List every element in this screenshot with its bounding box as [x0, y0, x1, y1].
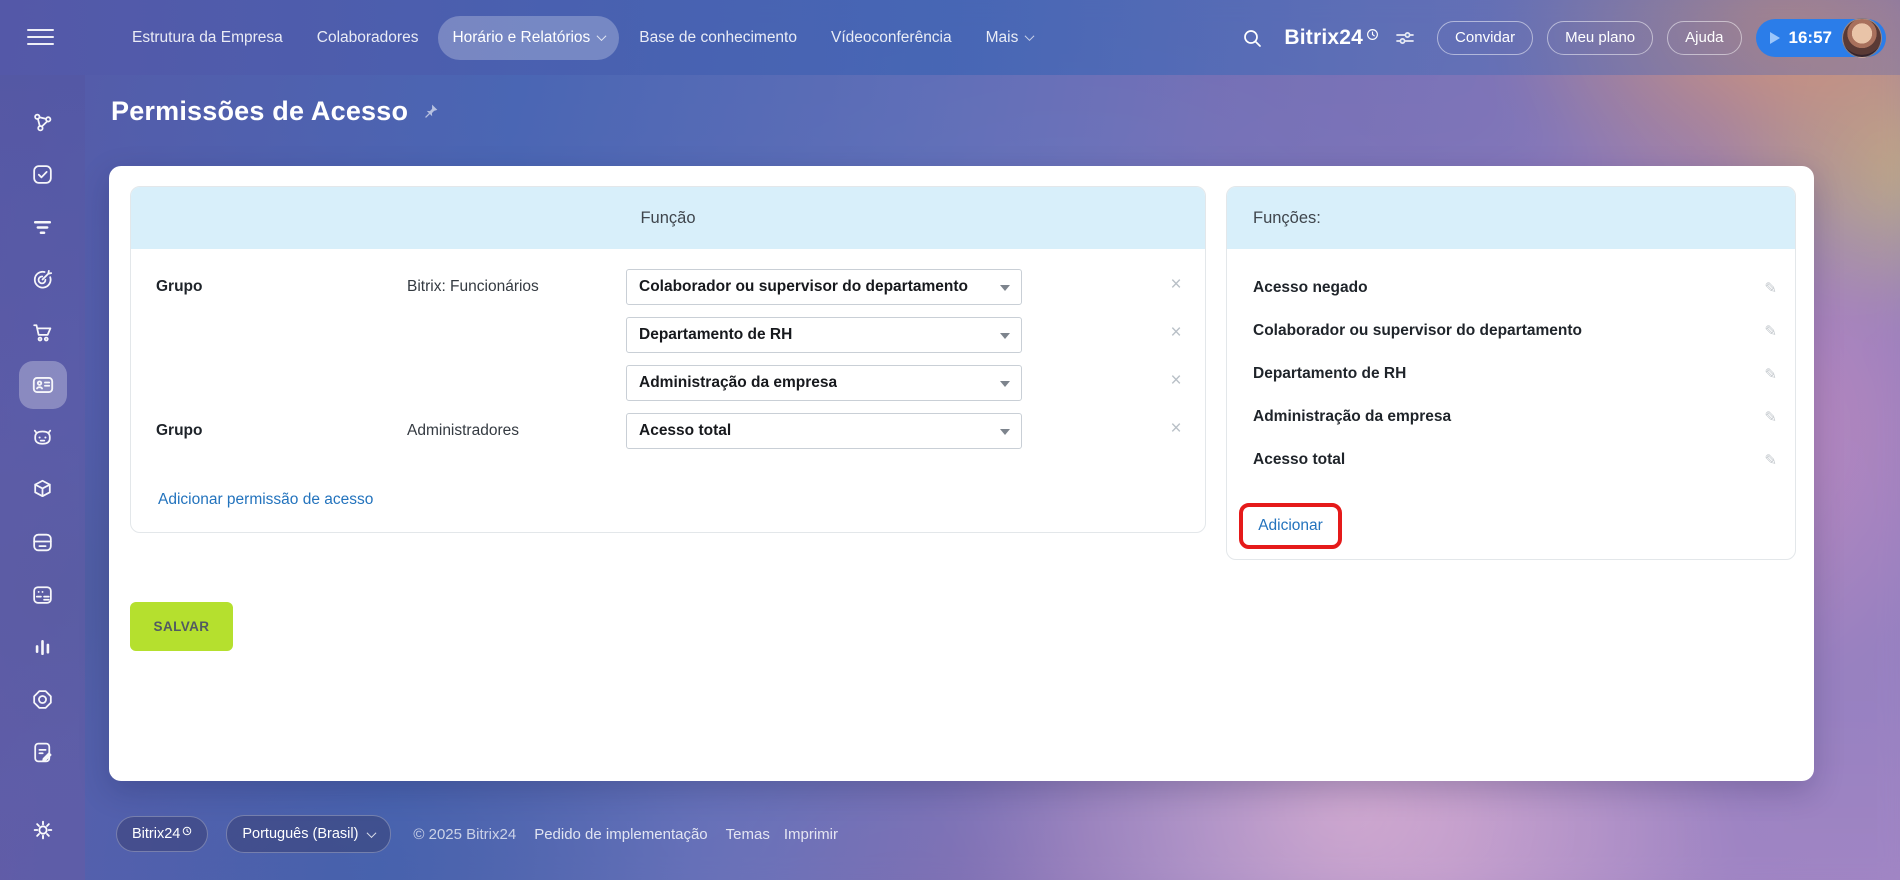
page-title: Permissões de Acesso [111, 96, 409, 126]
select-arrow-icon [1000, 285, 1010, 291]
chevron-down-icon [596, 31, 607, 42]
hamburger-menu-icon[interactable] [27, 29, 54, 50]
footer: Bitrix24 Português (Brasil) © 2025 Bitri… [116, 812, 838, 856]
role-select[interactable]: Departamento de RH [626, 317, 1022, 353]
topbar-right-cluster: Bitrix24 Convidar Meu plano Ajuda 16:57 [1240, 0, 1886, 75]
permissions-panel-header: Função [131, 187, 1205, 249]
add-role-link[interactable]: Adicionar [1258, 517, 1323, 535]
chevron-down-icon [366, 827, 377, 838]
nav-item-knowledge-base[interactable]: Base de conhecimento [625, 16, 811, 60]
remove-role-button[interactable]: × [1165, 371, 1187, 393]
roles-panel: Funções: Acesso negado ✎ Colaborador ou … [1226, 186, 1796, 560]
nav-item-employees[interactable]: Colaboradores [303, 16, 433, 60]
remove-role-button[interactable]: × [1165, 419, 1187, 441]
help-button[interactable]: Ajuda [1667, 20, 1742, 55]
clock-logo-icon [183, 826, 192, 836]
permission-type-label: Grupo [156, 278, 203, 295]
search-icon[interactable] [1240, 26, 1264, 50]
footer-brand-badge[interactable]: Bitrix24 [116, 816, 209, 852]
edit-pencil-icon[interactable]: ✎ [1764, 408, 1777, 426]
nav-item-videoconference[interactable]: Vídeoconferência [817, 16, 966, 60]
top-bar: Estrutura da Empresa Colaboradores Horár… [0, 0, 1900, 75]
nav-item-company-structure[interactable]: Estrutura da Empresa [118, 16, 297, 60]
clock-logo-icon [1367, 28, 1378, 40]
edit-pencil-icon[interactable]: ✎ [1764, 322, 1777, 340]
play-icon [1769, 31, 1780, 44]
edit-pencil-icon[interactable]: ✎ [1764, 279, 1777, 297]
role-select[interactable]: Administração da empresa [626, 365, 1022, 401]
marketing-target-icon[interactable] [19, 254, 67, 307]
edit-pencil-icon[interactable]: ✎ [1764, 365, 1777, 383]
role-list-item: Departamento de RH ✎ [1253, 365, 1777, 383]
timer-value: 16:57 [1788, 27, 1832, 47]
permission-subject: Bitrix: Funcionários [407, 278, 539, 295]
tasks-icon[interactable] [19, 149, 67, 202]
copilot-robot-icon[interactable] [19, 411, 67, 464]
drive-icon[interactable] [19, 516, 67, 569]
avatar[interactable] [1842, 17, 1882, 58]
remove-role-button[interactable]: × [1165, 275, 1187, 297]
analytics-icon[interactable] [19, 621, 67, 674]
roles-panel-header: Funções: [1227, 187, 1795, 249]
invite-button[interactable]: Convidar [1437, 20, 1534, 55]
shop-cart-icon[interactable] [19, 306, 67, 359]
my-plan-button[interactable]: Meu plano [1547, 20, 1654, 55]
permission-type-label: Grupo [156, 422, 203, 439]
footer-link-themes[interactable]: Temas [726, 826, 770, 843]
edit-pencil-icon[interactable]: ✎ [1764, 451, 1777, 469]
select-arrow-icon [1000, 381, 1010, 387]
work-timer[interactable]: 16:57 [1755, 17, 1886, 58]
automation-cube-icon[interactable] [19, 464, 67, 517]
role-list-item: Administração da empresa ✎ [1253, 408, 1777, 426]
pin-icon[interactable] [420, 102, 440, 122]
select-arrow-icon [1000, 333, 1010, 339]
add-permission-link[interactable]: Adicionar permissão de acesso [158, 491, 373, 509]
market-icon[interactable] [19, 674, 67, 727]
role-select[interactable]: Colaborador ou supervisor do departament… [626, 269, 1022, 305]
page-header: Permissões de Acesso [111, 96, 440, 127]
select-arrow-icon [1000, 429, 1010, 435]
role-select[interactable]: Acesso total [626, 413, 1022, 449]
content-card: Função Grupo Bitrix: Funcionários Colabo… [109, 166, 1814, 781]
main-nav: Estrutura da Empresa Colaboradores Horár… [118, 0, 1047, 75]
copyright-text: © 2025 Bitrix24 [413, 825, 517, 843]
language-selector[interactable]: Português (Brasil) [226, 815, 392, 853]
permission-subject: Administradores [407, 422, 519, 439]
left-sidebar [0, 75, 85, 880]
remove-role-button[interactable]: × [1165, 323, 1187, 345]
save-button[interactable]: SALVAR [130, 602, 233, 651]
role-list-item: Acesso negado ✎ [1253, 279, 1777, 297]
chevron-down-icon [1024, 31, 1035, 42]
hr-idcard-icon[interactable] [18, 360, 67, 409]
role-list-item: Colaborador ou supervisor do departament… [1253, 322, 1777, 340]
right-rail [1834, 0, 1900, 880]
calendar-icon[interactable] [19, 569, 67, 622]
permissions-panel: Função Grupo Bitrix: Funcionários Colabo… [130, 186, 1206, 533]
sign-doc-icon[interactable] [19, 726, 67, 779]
sidebar-icon-column [0, 96, 85, 779]
brand-logo: Bitrix24 [1284, 26, 1379, 50]
nav-item-time-reports[interactable]: Horário e Relatórios [438, 15, 620, 60]
network-icon[interactable] [19, 96, 67, 149]
settings-gear-icon[interactable] [19, 806, 67, 854]
role-list-item: Acesso total ✎ [1253, 451, 1777, 469]
nav-item-more[interactable]: Mais [972, 16, 1048, 60]
annotation-highlight-box: Adicionar [1239, 503, 1342, 549]
crm-funnel-icon[interactable] [19, 201, 67, 254]
sliders-icon[interactable] [1393, 26, 1417, 50]
footer-link-implementation[interactable]: Pedido de implementação [534, 826, 707, 843]
footer-link-print[interactable]: Imprimir [784, 826, 838, 843]
